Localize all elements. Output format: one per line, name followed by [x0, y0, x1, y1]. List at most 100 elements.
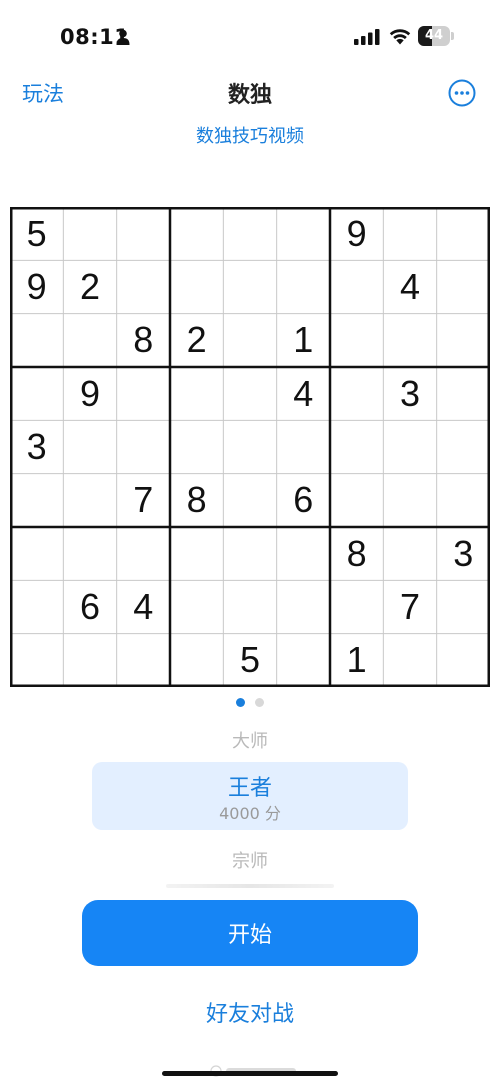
sudoku-cell-given[interactable]: 4 — [383, 260, 436, 313]
sudoku-cell-given[interactable]: 9 — [63, 367, 116, 420]
sudoku-cell-empty[interactable] — [437, 420, 490, 473]
sudoku-cell-empty[interactable] — [437, 207, 490, 260]
sudoku-cell-empty[interactable] — [277, 260, 330, 313]
wifi-icon — [389, 29, 411, 45]
level-option-selected[interactable]: 王者 4000 分 — [92, 762, 408, 830]
sudoku-board[interactable]: 5992482194337868364751 — [10, 207, 490, 687]
sudoku-cell-empty[interactable] — [277, 527, 330, 580]
sudoku-cell-empty[interactable] — [10, 634, 63, 687]
sudoku-cell-given[interactable]: 9 — [330, 207, 383, 260]
start-button[interactable]: 开始 — [82, 900, 418, 966]
sudoku-cell-given[interactable]: 5 — [10, 207, 63, 260]
page-dot[interactable] — [236, 698, 245, 707]
sudoku-cell-empty[interactable] — [223, 207, 276, 260]
selected-level-name: 王者 — [227, 776, 272, 801]
sudoku-cell-empty[interactable] — [223, 314, 276, 367]
sudoku-cell-empty[interactable] — [223, 367, 276, 420]
sudoku-cell-given[interactable]: 3 — [383, 367, 436, 420]
sudoku-cell-given[interactable]: 8 — [170, 474, 223, 527]
person-icon — [116, 29, 130, 45]
sudoku-cell-empty[interactable] — [63, 527, 116, 580]
sudoku-cell-empty[interactable] — [117, 527, 170, 580]
sudoku-cell-empty[interactable] — [63, 420, 116, 473]
selected-level-score: 4000 分 — [219, 804, 281, 823]
sudoku-cell-given[interactable]: 2 — [63, 260, 116, 313]
status-bar: 08:11 44 — [0, 0, 500, 70]
sudoku-cell-empty[interactable] — [10, 367, 63, 420]
sudoku-cell-given[interactable]: 6 — [277, 474, 330, 527]
sudoku-cell-empty[interactable] — [330, 420, 383, 473]
sudoku-cell-given[interactable]: 8 — [117, 314, 170, 367]
sudoku-cell-empty[interactable] — [223, 260, 276, 313]
sudoku-cell-empty[interactable] — [10, 580, 63, 633]
sudoku-cell-given[interactable]: 1 — [330, 634, 383, 687]
sudoku-cell-empty[interactable] — [277, 420, 330, 473]
sudoku-cell-empty[interactable] — [117, 367, 170, 420]
sudoku-cell-given[interactable]: 6 — [63, 580, 116, 633]
level-option-previous[interactable]: 大师 — [0, 727, 500, 753]
sudoku-cell-empty[interactable] — [223, 527, 276, 580]
sudoku-cell-empty[interactable] — [383, 474, 436, 527]
sudoku-cell-empty[interactable] — [277, 634, 330, 687]
page-indicator[interactable] — [0, 698, 500, 708]
sudoku-cell-empty[interactable] — [383, 527, 436, 580]
sudoku-cell-empty[interactable] — [117, 634, 170, 687]
sudoku-cell-empty[interactable] — [223, 474, 276, 527]
sudoku-cell-empty[interactable] — [63, 634, 116, 687]
sudoku-cell-empty[interactable] — [277, 207, 330, 260]
sudoku-cell-given[interactable]: 3 — [437, 527, 490, 580]
sudoku-cell-empty[interactable] — [63, 207, 116, 260]
sudoku-cell-empty[interactable] — [277, 580, 330, 633]
sudoku-cell-empty[interactable] — [383, 314, 436, 367]
sudoku-cell-given[interactable]: 5 — [223, 634, 276, 687]
sudoku-cell-empty[interactable] — [223, 420, 276, 473]
sudoku-cell-empty[interactable] — [63, 474, 116, 527]
sudoku-cell-empty[interactable] — [117, 207, 170, 260]
tips-video-link[interactable]: 数独技巧视频 — [0, 122, 500, 148]
sudoku-cell-given[interactable]: 3 — [10, 420, 63, 473]
sudoku-cell-empty[interactable] — [383, 420, 436, 473]
sudoku-cell-empty[interactable] — [117, 420, 170, 473]
sudoku-cell-empty[interactable] — [437, 634, 490, 687]
sudoku-cell-empty[interactable] — [437, 260, 490, 313]
page-dot[interactable] — [255, 698, 264, 707]
sudoku-cell-given[interactable]: 9 — [10, 260, 63, 313]
sudoku-cell-given[interactable]: 4 — [117, 580, 170, 633]
sudoku-cell-empty[interactable] — [330, 580, 383, 633]
sudoku-cell-given[interactable]: 4 — [277, 367, 330, 420]
home-indicator — [162, 1071, 338, 1076]
sudoku-cell-empty[interactable] — [170, 580, 223, 633]
sudoku-cell-empty[interactable] — [170, 634, 223, 687]
sudoku-cell-empty[interactable] — [223, 580, 276, 633]
sudoku-cell-empty[interactable] — [170, 260, 223, 313]
ellipsis-circle-icon[interactable] — [448, 79, 476, 107]
sudoku-cell-empty[interactable] — [170, 207, 223, 260]
sudoku-cell-empty[interactable] — [170, 527, 223, 580]
sudoku-cell-given[interactable]: 7 — [383, 580, 436, 633]
sudoku-cell-empty[interactable] — [330, 474, 383, 527]
sudoku-cell-given[interactable]: 7 — [117, 474, 170, 527]
sudoku-cell-empty[interactable] — [437, 580, 490, 633]
sudoku-cell-empty[interactable] — [437, 474, 490, 527]
sudoku-cell-empty[interactable] — [330, 367, 383, 420]
sudoku-cell-given[interactable]: 2 — [170, 314, 223, 367]
sudoku-cell-empty[interactable] — [63, 314, 116, 367]
sudoku-cell-empty[interactable] — [10, 474, 63, 527]
sudoku-cell-empty[interactable] — [437, 367, 490, 420]
sudoku-cell-given[interactable]: 8 — [330, 527, 383, 580]
sudoku-cell-empty[interactable] — [383, 207, 436, 260]
sudoku-cell-empty[interactable] — [170, 420, 223, 473]
sudoku-cell-empty[interactable] — [330, 260, 383, 313]
sudoku-cell-empty[interactable] — [437, 314, 490, 367]
sudoku-cell-empty[interactable] — [330, 314, 383, 367]
page-title: 数独 — [227, 83, 272, 108]
sudoku-cell-empty[interactable] — [170, 367, 223, 420]
cellular-signal-icon — [354, 29, 380, 45]
sudoku-cell-empty[interactable] — [10, 314, 63, 367]
sudoku-cell-given[interactable]: 1 — [277, 314, 330, 367]
sudoku-cell-empty[interactable] — [117, 260, 170, 313]
level-option-next[interactable]: 宗师 — [0, 847, 500, 873]
friend-battle-button[interactable]: 好友对战 — [0, 996, 500, 1028]
sudoku-cell-empty[interactable] — [10, 527, 63, 580]
sudoku-cell-empty[interactable] — [383, 634, 436, 687]
